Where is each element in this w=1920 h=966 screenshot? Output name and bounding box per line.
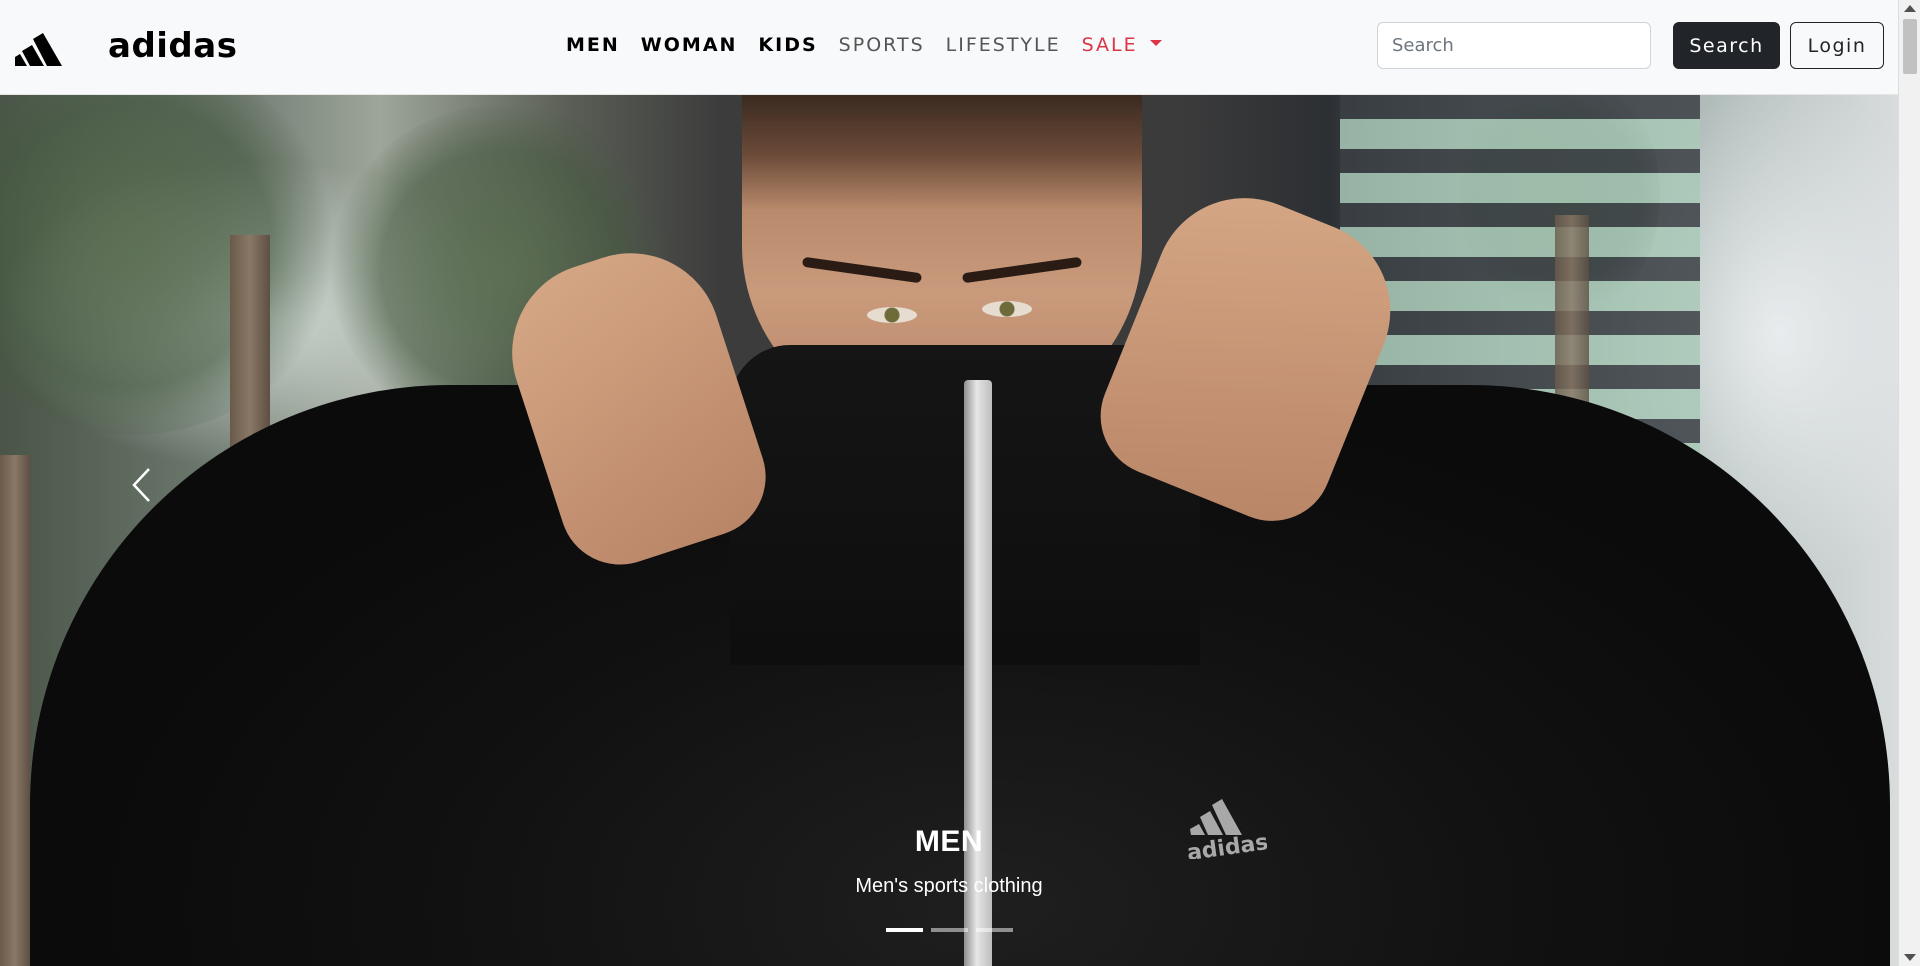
carousel-title: MEN [914,825,984,858]
scroll-thumb[interactable] [1903,19,1917,74]
scroll-down-icon[interactable] [1904,954,1916,961]
search-input[interactable] [1377,22,1651,69]
nav-item-men[interactable]: MEN [566,34,620,56]
scroll-up-icon[interactable] [1904,5,1916,12]
carousel-indicator-3[interactable] [975,928,1013,932]
nav-item-woman[interactable]: WOMAN [641,34,738,56]
carousel-prev-button[interactable] [120,455,164,515]
carousel-subtitle: Men's sports clothing [855,875,1043,897]
carousel-indicator-2[interactable] [930,928,968,932]
nav-item-sale-dropdown[interactable]: SALE [1082,34,1162,56]
page: adidas MEN WOMAN KIDS SPORTS LIFESTYLE S… [0,0,1920,966]
carousel-indicator-1[interactable] [885,928,923,932]
chevron-left-icon [132,468,150,502]
nav-item-kids[interactable]: KIDS [758,34,817,56]
adidas-logo-icon [15,33,62,66]
carousel-indicators [0,928,1898,932]
login-button[interactable]: Login [1790,22,1884,69]
eyebrow-left [801,256,923,284]
page-scrollbar[interactable] [1898,0,1920,966]
navbar: adidas MEN WOMAN KIDS SPORTS LIFESTYLE S… [0,0,1898,95]
caret-down-icon [1149,40,1162,46]
nav-item-lifestyle[interactable]: LIFESTYLE [946,34,1061,56]
eyebrow-right [961,256,1083,284]
brand-name: adidas [108,26,238,66]
nav-links: MEN WOMAN KIDS SPORTS LIFESTYLE SALE [566,34,1183,56]
nav-item-sale-label: SALE [1081,34,1138,56]
eye-left [867,307,917,323]
nav-item-sports[interactable]: SPORTS [839,34,925,56]
brand-link[interactable]: adidas [15,26,237,66]
background-foliage [0,95,340,435]
hero-carousel: adidas MEN Men's sports clothing [0,95,1898,966]
eye-right [982,301,1032,317]
carousel-caption: MEN Men's sports clothing [0,825,1898,898]
search-button[interactable]: Search [1673,22,1780,69]
